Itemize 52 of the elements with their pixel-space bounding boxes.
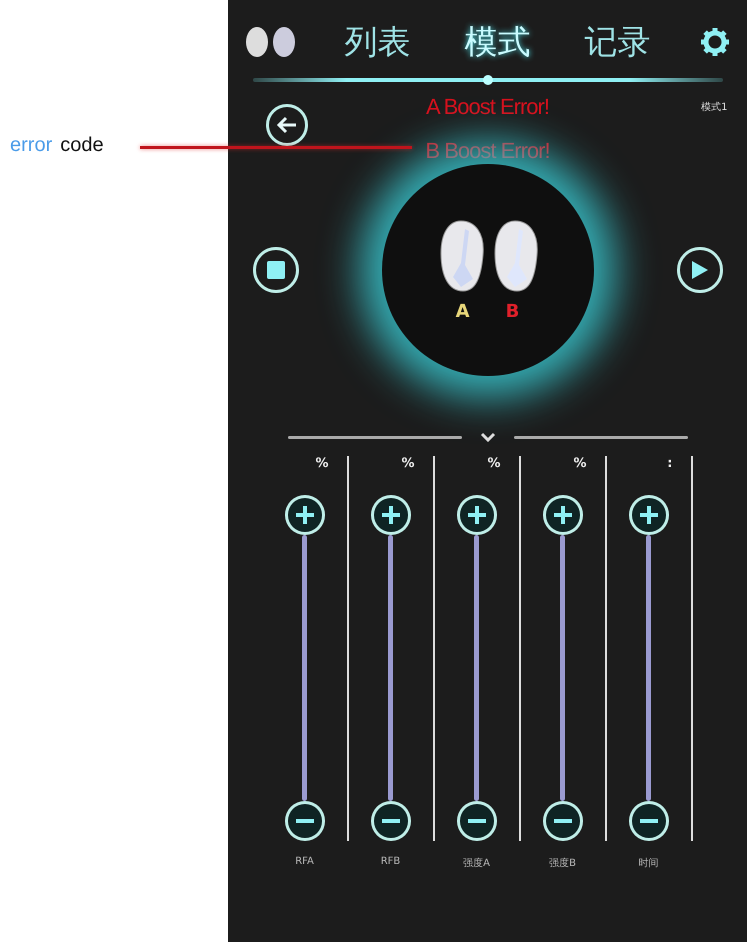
increase-button[interactable] [542, 495, 582, 536]
increase-button[interactable] [456, 495, 496, 536]
slider-label: RFB [380, 856, 400, 867]
annotation-text: error [10, 134, 52, 157]
slider-label: 时间 [638, 856, 658, 870]
increase-button[interactable] [628, 495, 668, 536]
chevron-down-icon[interactable] [480, 432, 496, 442]
tab-indicator-dot [482, 75, 493, 85]
slider-track[interactable] [388, 535, 393, 802]
slider-label: 强度A [463, 856, 490, 870]
plus-icon [294, 505, 314, 526]
slider-track[interactable] [302, 535, 307, 802]
decrease-button[interactable] [542, 801, 582, 841]
minus-icon [380, 818, 400, 824]
unit-label: % [487, 456, 500, 473]
decrease-button[interactable] [456, 801, 496, 841]
plus-icon [638, 505, 658, 526]
unit-label: : [667, 456, 672, 473]
channel-label: B [506, 300, 520, 322]
plus-icon [380, 505, 400, 526]
plus-icon [552, 505, 572, 526]
annotation-text: code [60, 134, 104, 157]
decrease-button[interactable] [284, 801, 324, 841]
back-arrow-icon [276, 116, 298, 134]
mode-label: 模式1 [701, 100, 728, 115]
slider-track[interactable] [560, 535, 565, 802]
play-icon [692, 261, 708, 279]
unit-label: % [315, 456, 328, 473]
stop-icon [266, 261, 284, 279]
nav-tab[interactable]: 模式 [456, 20, 538, 64]
decrease-button[interactable] [628, 801, 668, 841]
increase-button[interactable] [370, 495, 410, 536]
minus-icon [466, 818, 486, 824]
slider-label: 强度B [549, 856, 576, 870]
nav-tab[interactable]: 列表 [336, 20, 418, 64]
nav-tab[interactable]: 记录 [576, 20, 658, 64]
slider-track[interactable] [474, 535, 479, 802]
decrease-button[interactable] [370, 801, 410, 841]
slider-label: RFA [295, 856, 314, 867]
error-message: B Boost Error! [425, 138, 550, 164]
unit-label: % [401, 456, 414, 473]
stop-button[interactable] [252, 247, 298, 293]
minus-icon [294, 818, 314, 824]
plus-icon [466, 505, 486, 526]
play-button[interactable] [676, 247, 722, 293]
channel-label: A [456, 300, 470, 322]
minus-icon [552, 818, 572, 824]
minus-icon [638, 818, 658, 824]
slider-track[interactable] [646, 535, 651, 802]
increase-button[interactable] [284, 495, 324, 536]
unit-label: % [573, 456, 586, 473]
error-message: A Boost Error! [426, 94, 549, 120]
